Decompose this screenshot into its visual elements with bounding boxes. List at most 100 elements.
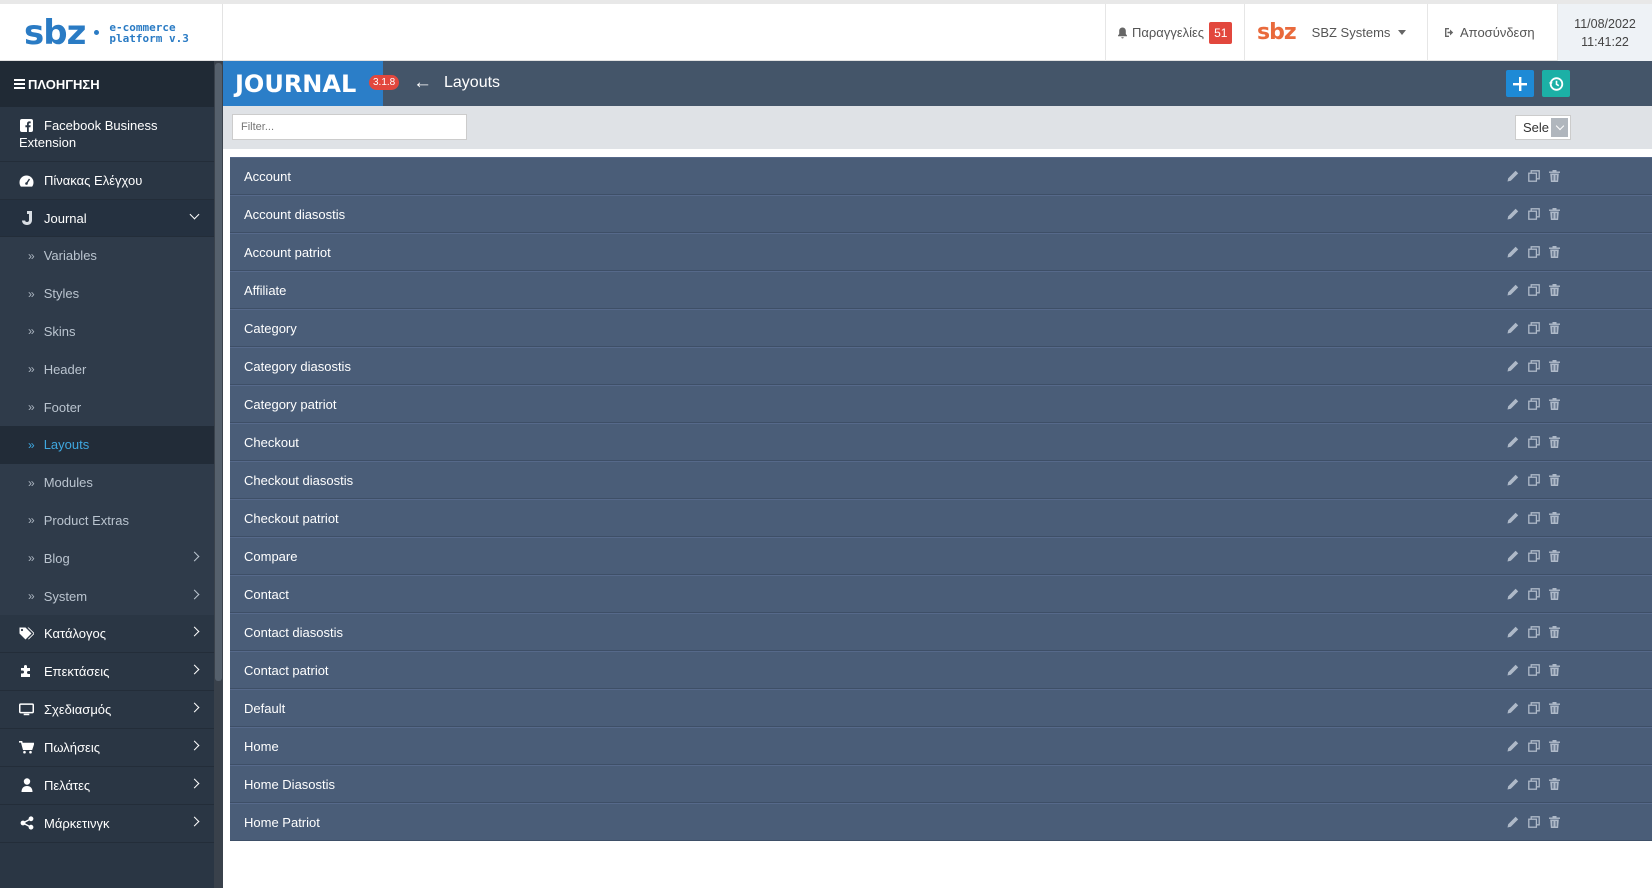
copy-icon[interactable] [1527,739,1540,752]
layout-row[interactable]: Account diasostis [230,195,1652,233]
edit-pencil-icon[interactable] [1506,169,1519,182]
trash-icon[interactable] [1548,625,1561,638]
edit-pencil-icon[interactable] [1506,473,1519,486]
copy-icon[interactable] [1527,207,1540,220]
trash-icon[interactable] [1548,283,1561,296]
layout-row[interactable]: Contact [230,575,1652,613]
trash-icon[interactable] [1548,587,1561,600]
edit-pencil-icon[interactable] [1506,625,1519,638]
edit-pencil-icon[interactable] [1506,207,1519,220]
edit-pencil-icon[interactable] [1506,245,1519,258]
edit-pencil-icon[interactable] [1506,777,1519,790]
logout-button[interactable]: Αποσύνδεση [1427,4,1557,61]
sidebar-subitem-skins[interactable]: » Skins [0,312,214,351]
sidebar-scrollbar-thumb[interactable] [215,63,222,681]
trash-icon[interactable] [1548,435,1561,448]
edit-pencil-icon[interactable] [1506,359,1519,372]
copy-icon[interactable] [1527,777,1540,790]
copy-icon[interactable] [1527,321,1540,334]
sidebar-item-dashboard[interactable]: Πίνακας Ελέγχου [0,162,214,200]
copy-icon[interactable] [1527,549,1540,562]
sidebar-item-catalog[interactable]: Κατάλογος [0,615,214,653]
layout-row[interactable]: Contact patriot [230,651,1652,689]
nav-toggle[interactable]: ΠΛΟΗΓΗΣΗ [0,61,214,107]
trash-icon[interactable] [1548,549,1561,562]
trash-icon[interactable] [1548,207,1561,220]
copy-icon[interactable] [1527,663,1540,676]
copy-icon[interactable] [1527,169,1540,182]
layout-row[interactable]: Default [230,689,1652,727]
store-selector[interactable]: sbz SBZ Systems [1244,4,1427,61]
layout-row[interactable]: Home [230,727,1652,765]
edit-pencil-icon[interactable] [1506,549,1519,562]
edit-pencil-icon[interactable] [1506,815,1519,828]
layout-row[interactable]: Category patriot [230,385,1652,423]
layout-row[interactable]: Account [230,157,1652,195]
sidebar-item-sales[interactable]: Πωλήσεις [0,729,214,767]
sidebar-item-journal[interactable]: Journal [0,200,214,237]
trash-icon[interactable] [1548,473,1561,486]
sidebar-item-marketing[interactable]: Μάρκετινγκ [0,805,214,843]
copy-icon[interactable] [1527,283,1540,296]
edit-pencil-icon[interactable] [1506,587,1519,600]
copy-icon[interactable] [1527,587,1540,600]
trash-icon[interactable] [1548,815,1561,828]
trash-icon[interactable] [1548,359,1561,372]
sidebar-item-customers[interactable]: Πελάτες [0,767,214,805]
copy-icon[interactable] [1527,245,1540,258]
trash-icon[interactable] [1548,169,1561,182]
sidebar-item-facebook[interactable]: Facebook Business Extension [0,107,214,162]
layout-row[interactable]: Compare [230,537,1652,575]
journal-logo[interactable]: JOURNAL [223,61,383,106]
layout-row[interactable]: Home Diasostis [230,765,1652,803]
sidebar-subitem-layouts[interactable]: » Layouts [0,425,214,464]
edit-pencil-icon[interactable] [1506,701,1519,714]
trash-icon[interactable] [1548,511,1561,524]
sidebar-subitem-blog[interactable]: » Blog [0,539,214,578]
layout-row[interactable]: Affiliate [230,271,1652,309]
sidebar-subitem-system[interactable]: » System [0,577,214,615]
layout-row[interactable]: Category diasostis [230,347,1652,385]
filter-input[interactable] [232,114,467,140]
edit-pencil-icon[interactable] [1506,283,1519,296]
edit-pencil-icon[interactable] [1506,397,1519,410]
brand-logo[interactable]: sbz e-commerce platform v.3 [0,4,223,61]
orders-notification[interactable]: Παραγγελίες 51 [1105,4,1244,61]
layout-row[interactable]: Checkout diasostis [230,461,1652,499]
edit-pencil-icon[interactable] [1506,511,1519,524]
trash-icon[interactable] [1548,777,1561,790]
copy-icon[interactable] [1527,359,1540,372]
sidebar-subitem-variables[interactable]: » Variables [0,237,214,275]
sidebar-subitem-footer[interactable]: » Footer [0,388,214,426]
edit-pencil-icon[interactable] [1506,435,1519,448]
sidebar-item-extensions[interactable]: Επεκτάσεις [0,653,214,691]
back-arrow-icon[interactable]: ← [413,72,432,94]
copy-icon[interactable] [1527,397,1540,410]
edit-pencil-icon[interactable] [1506,321,1519,334]
trash-icon[interactable] [1548,321,1561,334]
layout-row[interactable]: Category [230,309,1652,347]
copy-icon[interactable] [1527,701,1540,714]
sidebar-subitem-modules[interactable]: » Modules [0,463,214,502]
copy-icon[interactable] [1527,511,1540,524]
layout-row[interactable]: Contact diasostis [230,613,1652,651]
trash-icon[interactable] [1548,397,1561,410]
add-layout-button[interactable] [1506,70,1534,97]
sidebar-item-design[interactable]: Σχεδιασμός [0,691,214,729]
sidebar-subitem-header[interactable]: » Header [0,350,214,389]
layout-row[interactable]: Checkout [230,423,1652,461]
sidebar-scrollbar[interactable] [214,61,223,888]
history-button[interactable] [1542,70,1570,97]
layout-row[interactable]: Home Patriot [230,803,1652,841]
copy-icon[interactable] [1527,435,1540,448]
trash-icon[interactable] [1548,701,1561,714]
bulk-action-select[interactable]: Sele [1515,115,1571,140]
layout-row[interactable]: Checkout patriot [230,499,1652,537]
layout-row[interactable]: Account patriot [230,233,1652,271]
trash-icon[interactable] [1548,739,1561,752]
trash-icon[interactable] [1548,663,1561,676]
sidebar-subitem-product-extras[interactable]: » Product Extras [0,501,214,540]
copy-icon[interactable] [1527,815,1540,828]
edit-pencil-icon[interactable] [1506,739,1519,752]
sidebar-subitem-styles[interactable]: » Styles [0,274,214,313]
